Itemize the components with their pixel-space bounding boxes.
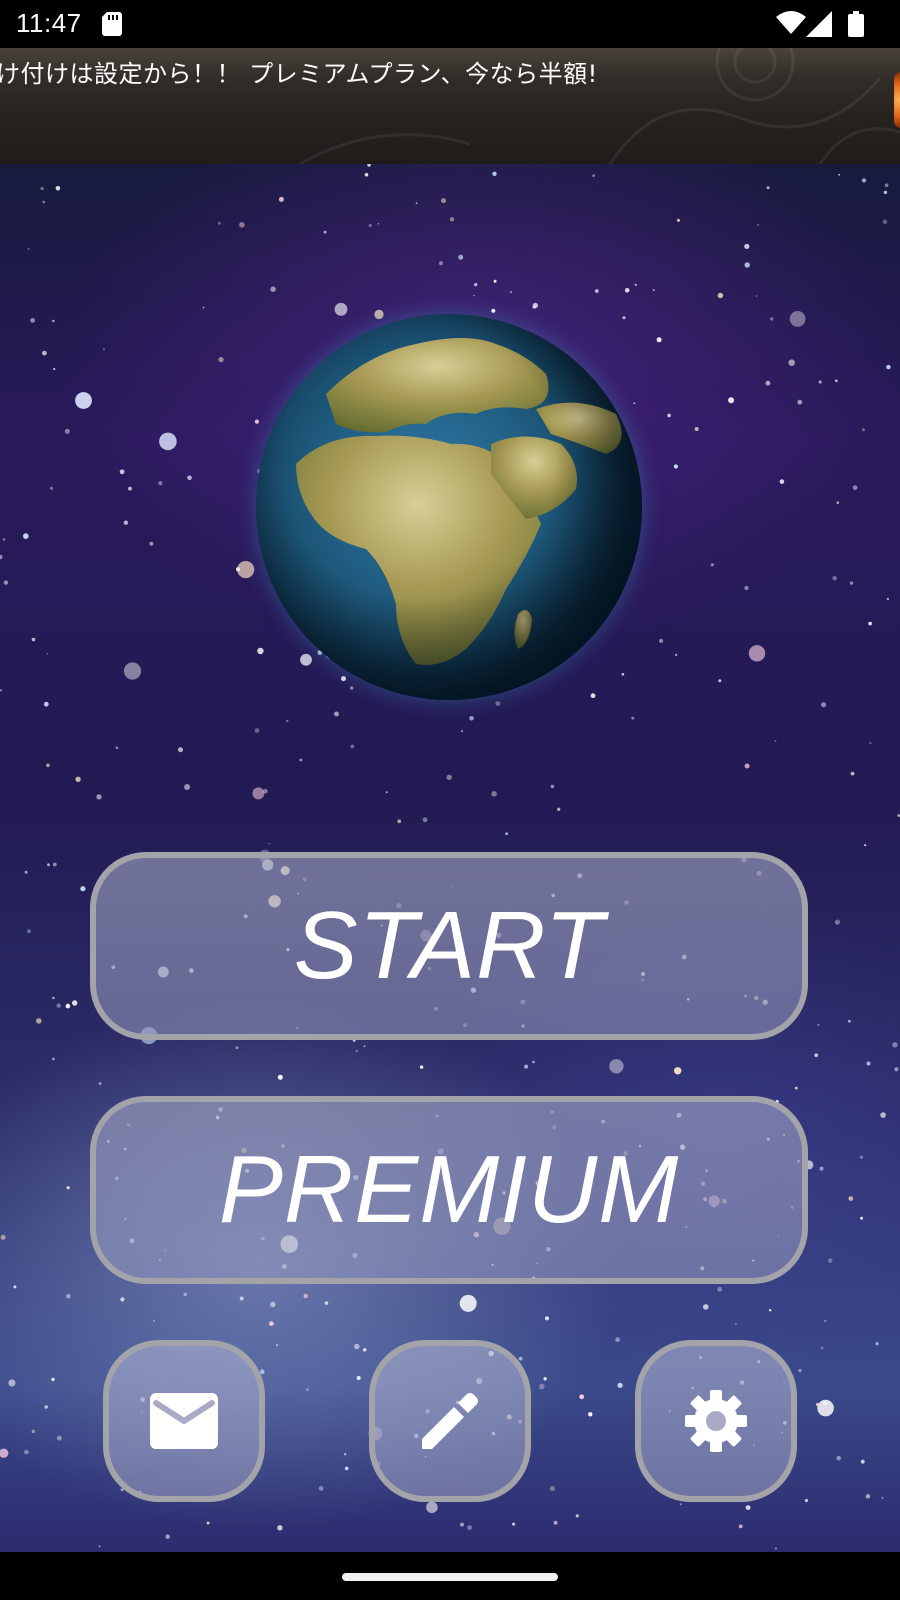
premium-button[interactable]: PREMIUM bbox=[90, 1096, 808, 1284]
battery-icon bbox=[848, 11, 864, 37]
earth-globe bbox=[256, 314, 642, 700]
mail-icon bbox=[150, 1393, 218, 1449]
home-gesture-handle[interactable] bbox=[342, 1573, 558, 1581]
start-button[interactable]: START bbox=[90, 852, 808, 1040]
sd-card-icon bbox=[102, 12, 122, 36]
app-screen: 11:47 け付けは設定から！！ プレミアムプラン、今なら半額! START P… bbox=[0, 0, 900, 1600]
status-bar: 11:47 bbox=[0, 0, 900, 48]
edit-button[interactable] bbox=[369, 1340, 531, 1502]
settings-button[interactable] bbox=[635, 1340, 797, 1502]
promo-banner[interactable]: け付けは設定から！！ プレミアムプラン、今なら半額! bbox=[0, 48, 900, 164]
mail-button[interactable] bbox=[103, 1340, 265, 1502]
wifi-icon bbox=[776, 11, 806, 34]
gear-icon bbox=[685, 1390, 747, 1452]
status-icons bbox=[776, 11, 876, 37]
pencil-icon bbox=[422, 1393, 478, 1449]
status-time: 11:47 bbox=[16, 8, 82, 38]
premium-button-label: PREMIUM bbox=[218, 1136, 680, 1243]
start-button-label: START bbox=[293, 892, 605, 999]
cell-signal-icon bbox=[806, 11, 832, 37]
banner-ticker-text: け付けは設定から！！ プレミアムプラン、今なら半額! bbox=[0, 60, 598, 88]
banner-accent bbox=[894, 72, 900, 128]
navigation-bar bbox=[0, 1552, 900, 1600]
